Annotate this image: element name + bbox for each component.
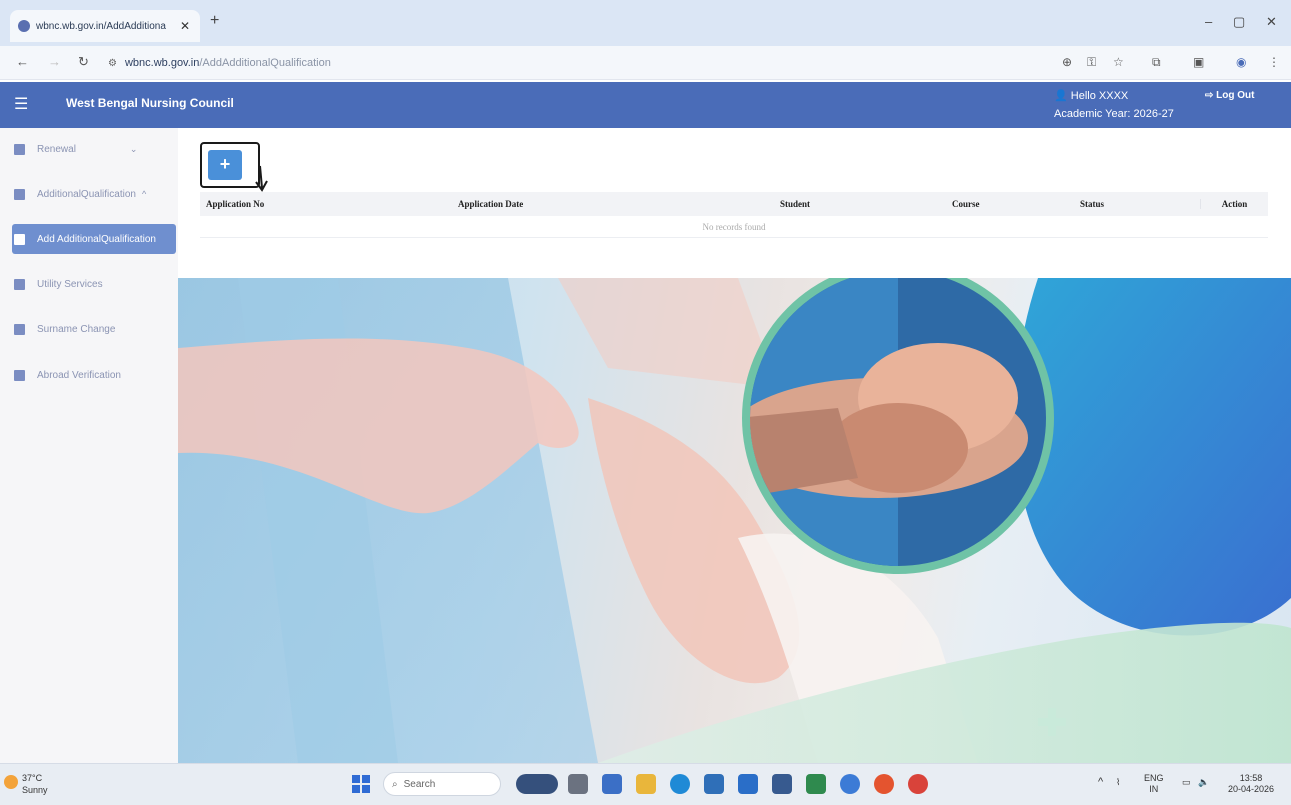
minimize-icon[interactable]: – <box>1205 14 1212 29</box>
logout-button[interactable]: ⇨ Log Out <box>1205 90 1255 101</box>
column-application-date[interactable]: Application Date <box>410 199 760 209</box>
volume-icon[interactable]: 🔈 <box>1198 777 1209 788</box>
sidebar-item-label: Renewal <box>37 143 76 155</box>
browser-tab[interactable]: wbnc.wb.gov.in/AddAdditiona ✕ <box>10 10 200 42</box>
clock[interactable]: 13:58 20-04-2026 <box>1222 773 1280 795</box>
region-code: IN <box>1149 784 1159 794</box>
logout-icon: ⇨ <box>1205 90 1217 101</box>
weather-condition: Sunny <box>22 785 48 795</box>
empty-table-message: No records found <box>200 216 1268 238</box>
taskbar-search[interactable]: ⌕ Search <box>383 772 501 796</box>
site-favicon-icon <box>18 20 30 32</box>
chart-icon <box>14 323 25 335</box>
new-tab-button[interactable]: + <box>210 12 219 30</box>
column-application-no[interactable]: Application No <box>200 199 410 209</box>
applications-table: Application No Application Date Student … <box>200 192 1268 238</box>
widget-image-icon[interactable] <box>516 774 558 794</box>
browser-tab-strip: wbnc.wb.gov.in/AddAdditiona ✕ + – ▢ ✕ <box>0 0 1291 46</box>
reload-icon[interactable]: ↻ <box>78 54 89 70</box>
document-icon <box>14 233 25 245</box>
task-view-icon[interactable] <box>568 774 588 794</box>
browser-toolbar: ← → ↻ ⚙ wbnc.wb.gov.in/AddAdditionalQual… <box>0 46 1291 80</box>
app-icon-2[interactable] <box>772 774 792 794</box>
temperature: 37°C <box>22 773 43 783</box>
search-icon: ⌕ <box>392 778 398 790</box>
sidebar-item-label: AdditionalQualification <box>37 188 136 200</box>
app-icon-4[interactable] <box>840 774 860 794</box>
app-icon[interactable] <box>602 774 622 794</box>
chevron-up-icon: ^ <box>141 189 147 199</box>
zoom-icon[interactable]: ⊕ <box>1062 55 1072 69</box>
chart-icon <box>14 143 25 155</box>
address-bar[interactable]: ⚙ wbnc.wb.gov.in/AddAdditionalQualificat… <box>108 51 1028 75</box>
search-placeholder: Search <box>403 778 436 790</box>
edge-browser-icon[interactable] <box>670 774 690 794</box>
app-icon-5[interactable] <box>908 774 928 794</box>
sun-icon <box>4 775 18 789</box>
chart-icon <box>14 188 25 200</box>
add-record-button[interactable]: + <box>208 150 242 180</box>
file-explorer-icon[interactable] <box>636 774 656 794</box>
clock-time: 13:58 <box>1239 773 1263 783</box>
display-icon[interactable]: ▭ <box>1182 777 1191 788</box>
annotation-arrow-icon <box>255 165 268 192</box>
language-code: ENG <box>1144 773 1164 783</box>
user-icon: 👤 <box>1054 90 1071 102</box>
sidebar-item-label: Add AdditionalQualification <box>37 233 156 245</box>
site-info-icon[interactable]: ⚙ <box>108 58 117 69</box>
window-close-icon[interactable]: ✕ <box>1266 14 1277 30</box>
network-icon[interactable]: ⌇ <box>1116 777 1120 788</box>
table-header: Application No Application Date Student … <box>200 192 1268 216</box>
store-icon[interactable] <box>704 774 724 794</box>
forward-icon[interactable]: → <box>48 54 61 69</box>
column-course[interactable]: Course <box>940 199 1080 209</box>
chrome-browser-icon[interactable] <box>874 774 894 794</box>
extensions-icon[interactable]: ⧉ <box>1152 55 1161 70</box>
url-path: /AddAdditionalQualification <box>199 57 331 69</box>
tab-title: wbnc.wb.gov.in/AddAdditiona <box>36 20 166 32</box>
user-greeting-text: Hello XXXX <box>1070 90 1129 102</box>
academic-year: Academic Year: 2026-27 <box>1054 108 1174 120</box>
browser-menu-icon[interactable]: ⋮ <box>1268 55 1280 69</box>
chart-icon <box>14 369 25 381</box>
clock-date: 20-04-2026 <box>1227 784 1275 794</box>
hero-illustration <box>178 278 1291 763</box>
app-icon-3[interactable] <box>806 774 826 794</box>
sidebar-item-label: Surname Change <box>37 323 116 335</box>
restore-icon[interactable]: ▢ <box>1233 14 1245 30</box>
language-indicator[interactable]: ENG IN <box>1144 773 1164 795</box>
tab-close-icon[interactable]: ✕ <box>178 19 192 33</box>
sidebar-item-label: Abroad Verification <box>37 369 121 381</box>
sidebar-item-renewal[interactable]: Renewal ⌄ <box>12 134 176 164</box>
chevron-down-icon: ⌄ <box>129 143 138 154</box>
weather-widget[interactable]: 37°C Sunny <box>22 772 48 796</box>
menu-icon[interactable]: ☰ <box>14 94 28 114</box>
column-action[interactable]: Action <box>1200 199 1268 209</box>
sidebar-item-utility-services[interactable]: Utility Services <box>12 269 176 299</box>
sidebar-item-surname-change[interactable]: Surname Change <box>12 314 176 344</box>
sidebar-item-abroad-verification[interactable]: Abroad Verification <box>12 360 176 390</box>
sidebar: Renewal ⌄ AdditionalQualification ^ Add … <box>0 128 178 763</box>
column-student[interactable]: Student <box>760 199 940 209</box>
url-host: wbnc.wb.gov.in <box>124 57 200 69</box>
chevron-up-icon[interactable]: ^ <box>1098 777 1103 788</box>
user-greeting[interactable]: 👤 Hello XXXX <box>1054 89 1128 102</box>
windows-start-icon[interactable] <box>352 775 370 793</box>
mail-icon[interactable] <box>738 774 758 794</box>
hero-banner-image <box>178 278 1291 763</box>
sidebar-item-label: Utility Services <box>37 278 103 290</box>
chart-icon <box>14 278 25 290</box>
bookmark-star-icon[interactable]: ☆ <box>1113 55 1124 69</box>
sidebar-item-additional-qualification[interactable]: AdditionalQualification ^ <box>12 179 176 209</box>
taskbar: 37°C Sunny ⌕ Search ^ ⌇ ENG IN ▭ 🔈 13:58… <box>0 763 1291 805</box>
app-header: ☰ West Bengal Nursing Council 👤 Hello XX… <box>0 82 1291 128</box>
sidebar-item-add-additional-qualification[interactable]: Add AdditionalQualification <box>12 224 176 254</box>
column-status[interactable]: Status <box>1080 199 1200 209</box>
password-key-icon[interactable]: ⚿ <box>1087 55 1096 70</box>
back-icon[interactable]: ← <box>16 54 29 69</box>
app-title: West Bengal Nursing Council <box>66 96 234 110</box>
side-panel-icon[interactable]: ▣ <box>1193 55 1204 69</box>
profile-icon[interactable]: ◉ <box>1236 55 1246 69</box>
logout-label: Log Out <box>1216 90 1255 101</box>
